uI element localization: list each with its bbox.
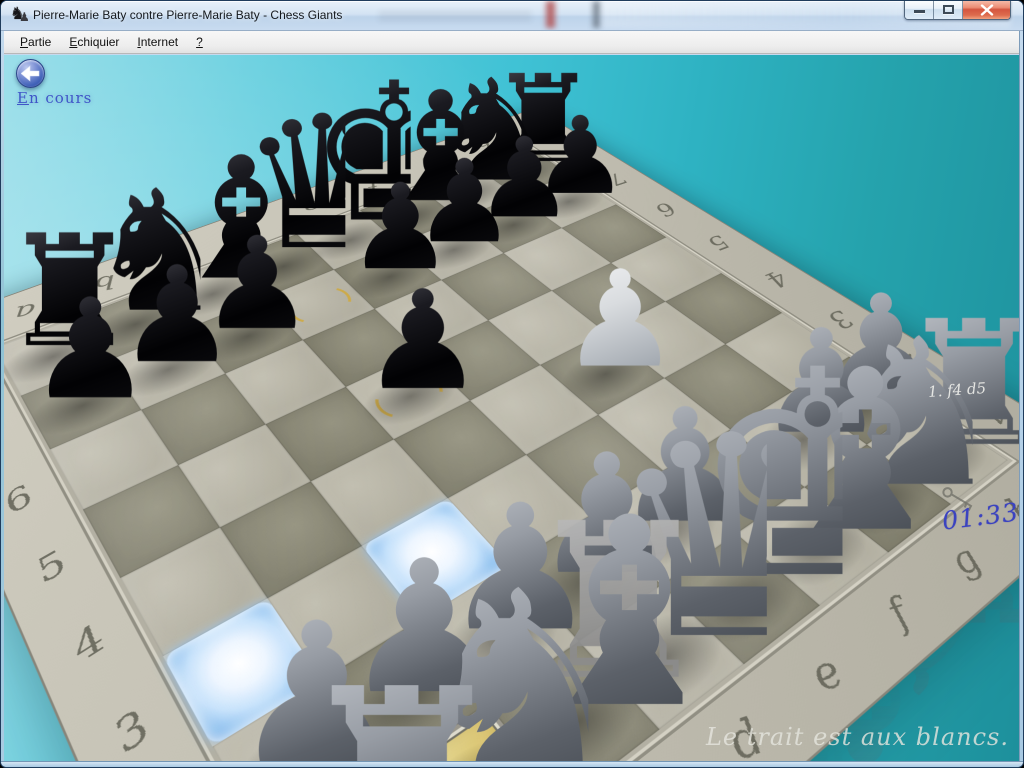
glass-reflection	[546, 1, 555, 28]
chess-app-icon: ♞♟	[10, 7, 28, 25]
back-button[interactable]	[16, 59, 45, 88]
menu-item-aide[interactable]: ?	[187, 31, 212, 53]
menu-item-internet[interactable]: Internet	[128, 31, 187, 53]
window-border-bottom	[1, 761, 1023, 767]
board-rank-label: 5	[699, 231, 737, 254]
board-rank-label: 6	[647, 199, 682, 220]
titlebar[interactable]: ♞♟ Pierre-Marie Baty contre Pierre-Marie…	[1, 1, 1023, 31]
back-arrow-icon	[21, 65, 41, 83]
board-rank-label: 6	[4, 480, 41, 520]
game-viewport: 1122334455667788aabbccddeeffgghh♜♜♞♞♝♝♛♛…	[4, 55, 1019, 761]
menubar: Partie Echiquier Internet ?	[4, 31, 1020, 54]
glass-reflection	[593, 1, 600, 28]
menu-item-echiquier[interactable]: Echiquier	[60, 31, 128, 53]
close-icon	[980, 4, 994, 15]
board-rank-label: 4	[63, 617, 114, 669]
glass-reflection	[379, 9, 531, 24]
maximize-button[interactable]	[934, 1, 963, 19]
menu-item-partie[interactable]: Partie	[11, 31, 60, 53]
minimize-button[interactable]	[905, 1, 934, 19]
board-rank-label: 3	[104, 702, 160, 761]
caption-buttons	[904, 1, 1011, 20]
piece-white-rook-a1[interactable]: ♜♜	[290, 656, 482, 761]
rook-glyph: ♜	[290, 656, 482, 761]
maximize-icon	[943, 5, 954, 14]
board-rank-label: 4	[756, 267, 796, 292]
board-rank-label: 5	[28, 544, 75, 589]
close-button[interactable]	[963, 1, 1010, 19]
app-window: ♞♟ Pierre-Marie Baty contre Pierre-Marie…	[0, 0, 1024, 768]
game-in-progress-link[interactable]: En cours	[17, 89, 92, 107]
chessboard-3d: 1122334455667788aabbccddeeffgghh♜♜♞♞♝♝♛♛…	[4, 108, 1019, 761]
board-rank-label: 7	[4, 423, 10, 458]
window-border-left	[1, 31, 4, 761]
window-title: Pierre-Marie Baty contre Pierre-Marie Ba…	[33, 8, 342, 22]
window-border-right	[1019, 31, 1023, 761]
minimize-icon	[914, 10, 925, 13]
